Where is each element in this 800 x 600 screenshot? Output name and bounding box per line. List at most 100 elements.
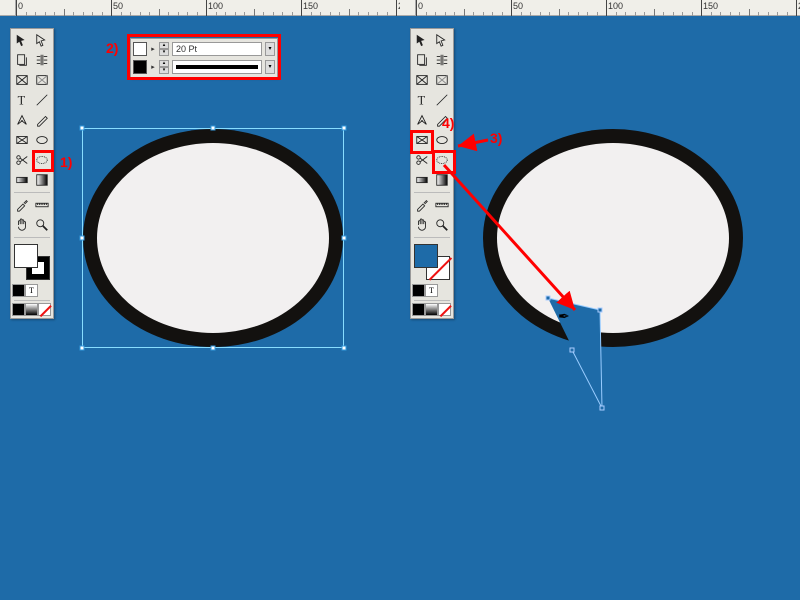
ellipse-tool[interactable] bbox=[32, 130, 52, 150]
line-tool[interactable] bbox=[432, 90, 452, 110]
scissors-tool[interactable] bbox=[412, 150, 432, 170]
swatch-tool[interactable] bbox=[32, 170, 52, 190]
fill-stroke-swatch[interactable] bbox=[12, 242, 52, 282]
selection-tool[interactable] bbox=[12, 30, 32, 50]
ruler-label: 150 bbox=[303, 1, 318, 11]
gradient-mode[interactable] bbox=[425, 303, 438, 316]
ruler-label: 50 bbox=[513, 1, 523, 11]
fill-color-swatch[interactable] bbox=[133, 42, 147, 56]
stroke-menu-arrow[interactable]: ▸ bbox=[150, 63, 156, 71]
stroke-weight-value[interactable]: 20 Pt bbox=[172, 42, 262, 56]
page-tool[interactable] bbox=[12, 50, 32, 70]
hand-tool[interactable] bbox=[12, 215, 32, 235]
solid-mode[interactable] bbox=[412, 303, 425, 316]
line-tool[interactable] bbox=[32, 90, 52, 110]
sel-handle-nw[interactable] bbox=[80, 126, 85, 131]
anchor-1[interactable] bbox=[546, 296, 551, 301]
zoom-tool[interactable] bbox=[32, 215, 52, 235]
transform-tool[interactable] bbox=[32, 150, 52, 170]
gap-tool[interactable] bbox=[432, 50, 452, 70]
fill-swatch[interactable] bbox=[14, 244, 38, 268]
container-mode-row: T bbox=[12, 284, 52, 298]
annotation-label-2: 2) bbox=[106, 40, 118, 56]
text-tool[interactable]: T bbox=[412, 90, 432, 110]
gap-tool[interactable] bbox=[32, 50, 52, 70]
drawn-ellipse-fill-r bbox=[497, 143, 729, 333]
pen-tool[interactable] bbox=[412, 110, 432, 130]
anchor-2[interactable] bbox=[598, 308, 603, 313]
pen-tool[interactable] bbox=[12, 110, 32, 130]
apply-color-mode[interactable] bbox=[12, 284, 25, 297]
panel-right: ✒ 050100150200 T bbox=[400, 0, 800, 600]
ruler-label: 0 bbox=[18, 1, 23, 11]
stroke-weight-dropdown[interactable]: ▾ bbox=[265, 42, 275, 56]
stroke-style-preview[interactable] bbox=[172, 60, 262, 74]
sel-handle-ne[interactable] bbox=[342, 126, 347, 131]
ruler-label: 150 bbox=[703, 1, 718, 11]
swatch-tool[interactable] bbox=[432, 170, 452, 190]
ruler-label: 100 bbox=[208, 1, 223, 11]
solid-mode[interactable] bbox=[12, 303, 25, 316]
gradient-mode[interactable] bbox=[25, 303, 38, 316]
measure-tool[interactable] bbox=[432, 195, 452, 215]
transform-tool[interactable] bbox=[432, 150, 452, 170]
sel-handle-s[interactable] bbox=[211, 346, 216, 351]
text-tool[interactable]: T bbox=[12, 90, 32, 110]
rectangle-tool[interactable] bbox=[412, 130, 432, 150]
rect-frame-tool[interactable] bbox=[12, 70, 32, 90]
eyedropper-tool[interactable] bbox=[12, 195, 32, 215]
separator-2 bbox=[12, 235, 52, 240]
sel-handle-e[interactable] bbox=[342, 236, 347, 241]
gradient-tool[interactable] bbox=[12, 170, 32, 190]
apply-text-mode[interactable]: T bbox=[25, 284, 38, 297]
direct-select-tool[interactable] bbox=[432, 30, 452, 50]
fill-mode-row bbox=[412, 303, 452, 317]
fill-mode-row bbox=[12, 303, 52, 317]
annotation-label-1: 1) bbox=[60, 154, 72, 170]
ruler-label: 100 bbox=[608, 1, 623, 11]
sel-handle-se[interactable] bbox=[342, 346, 347, 351]
pen-cursor: ✒ bbox=[558, 308, 570, 325]
rectangle-tool[interactable] bbox=[12, 130, 32, 150]
stroke-color-swatch[interactable] bbox=[133, 60, 147, 74]
sel-handle-sw[interactable] bbox=[80, 346, 85, 351]
rect-frame-tool-2[interactable] bbox=[432, 70, 452, 90]
fill-stroke-swatch[interactable] bbox=[412, 242, 452, 282]
rect-frame-tool[interactable] bbox=[412, 70, 432, 90]
selection-tool[interactable] bbox=[412, 30, 432, 50]
anchor-4[interactable] bbox=[570, 348, 575, 353]
toolbox: T T bbox=[10, 28, 54, 319]
none-mode[interactable] bbox=[38, 303, 51, 316]
apply-color-mode[interactable] bbox=[412, 284, 425, 297]
stroke-style-dropdown[interactable]: ▾ bbox=[265, 60, 275, 74]
sel-handle-w[interactable] bbox=[80, 236, 85, 241]
apply-text-mode[interactable]: T bbox=[425, 284, 438, 297]
container-mode-row: T bbox=[412, 284, 452, 298]
none-mode[interactable] bbox=[438, 303, 451, 316]
stroke-style-spinner[interactable]: ▴▾ bbox=[159, 60, 169, 74]
fill-menu-arrow[interactable]: ▸ bbox=[150, 45, 156, 53]
measure-tool[interactable] bbox=[32, 195, 52, 215]
stroke-options-bar: ▸ ▴▾ 20 Pt ▾ ▸ ▴▾ ▾ bbox=[130, 38, 278, 78]
stroke-weight-spinner[interactable]: ▴▾ bbox=[159, 42, 169, 56]
sel-handle-n[interactable] bbox=[211, 126, 216, 131]
ruler-horizontal-r[interactable]: 050100150200 bbox=[400, 0, 800, 16]
pencil-tool[interactable] bbox=[32, 110, 52, 130]
svg-text:T: T bbox=[418, 93, 426, 107]
selection-bounds bbox=[82, 128, 344, 348]
anchor-3[interactable] bbox=[600, 406, 605, 411]
direct-select-tool[interactable] bbox=[32, 30, 52, 50]
fill-swatch-blue[interactable] bbox=[414, 244, 438, 268]
ellipse-tool[interactable] bbox=[432, 130, 452, 150]
gradient-tool[interactable] bbox=[412, 170, 432, 190]
ruler-corner-r bbox=[400, 0, 416, 16]
panel-left: 050100150200 T bbox=[0, 0, 400, 600]
ruler-horizontal[interactable]: 050100150200 bbox=[0, 0, 400, 16]
hand-tool[interactable] bbox=[412, 215, 432, 235]
rect-frame-tool-2[interactable] bbox=[32, 70, 52, 90]
scissors-tool[interactable] bbox=[12, 150, 32, 170]
zoom-tool[interactable] bbox=[432, 215, 452, 235]
eyedropper-tool[interactable] bbox=[412, 195, 432, 215]
page-tool[interactable] bbox=[412, 50, 432, 70]
annotation-label-3: 3) bbox=[490, 130, 502, 146]
